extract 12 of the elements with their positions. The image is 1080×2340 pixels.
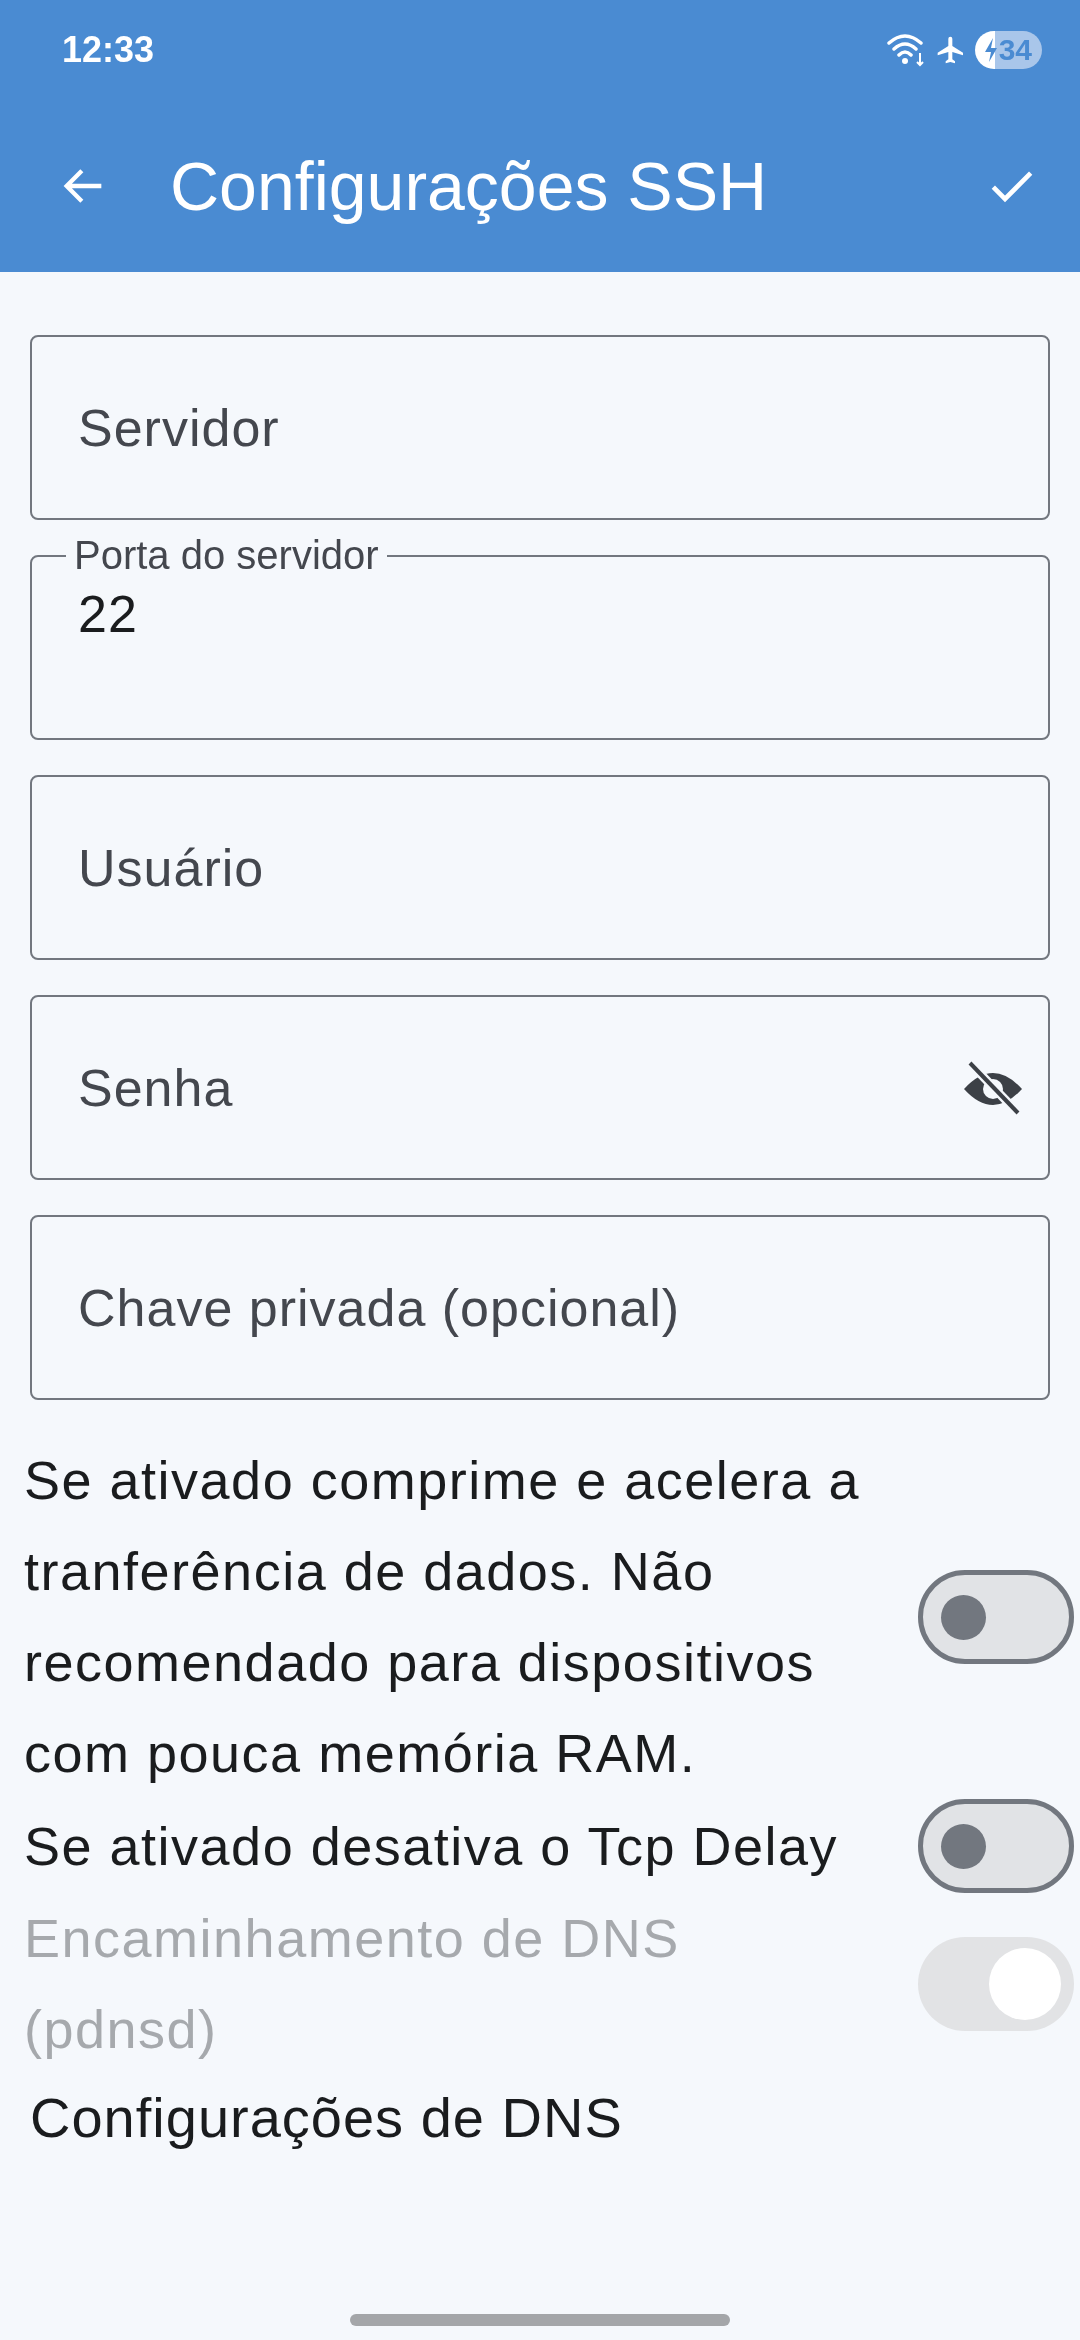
section-link[interactable]: Configurações de DNS [30,2085,1050,2150]
input-field[interactable]: Chave privada (opcional) [30,1215,1050,1400]
status-time: 12:33 [62,29,155,71]
setting-description: Se ativado desativa o Tcp Delay [24,1814,838,1878]
input-field[interactable]: Usuário [30,775,1050,960]
input-field[interactable]: Servidor [30,335,1050,520]
wifi-icon [886,33,927,67]
setting-description: Encaminhamento de DNS (pdnsd) [24,1907,681,2061]
screen-title: Configurações SSH [170,147,769,225]
input-field[interactable]: Senha [30,995,1050,1180]
battery-icon: 34 [974,31,1042,69]
setting-description: Se ativado comprime e acelera a tranferência de dados. Não recomendado para dispositivos com pouca memória RAM. [24,1449,861,1785]
